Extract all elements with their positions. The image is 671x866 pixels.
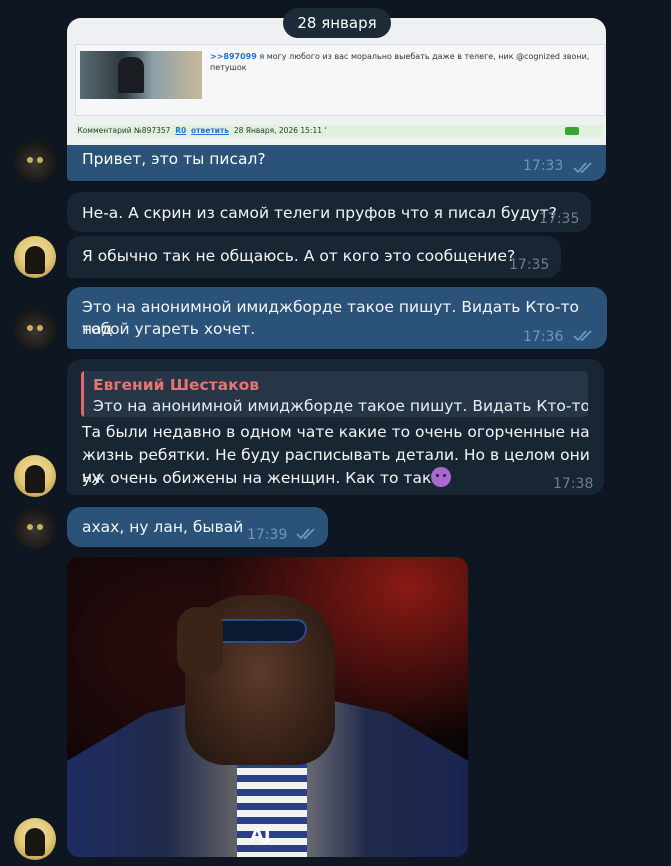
message-text: Я обычно так не общаюсь. А от кого это с…: [82, 247, 516, 265]
message-time: 17:35: [539, 211, 580, 227]
smiling-devil-icon: [431, 467, 452, 487]
post-body: я могу любого из вас морально выебать да…: [210, 52, 590, 72]
date-separator: 28 января: [283, 8, 391, 38]
avatar[interactable]: [14, 140, 56, 182]
gif-hand: [177, 607, 223, 677]
screenshot-message-bubble[interactable]: >>897099 я могу любого из вас морально в…: [67, 18, 606, 181]
comment-r0: R0: [175, 126, 187, 135]
message-text-line: уж очень обижены на женщин. Как то так: [82, 467, 452, 489]
double-check-icon: [296, 528, 315, 540]
post-thumbnail: [80, 51, 202, 99]
avatar[interactable]: [14, 308, 56, 350]
message-text-line: Та были недавно в одном чате какие то оч…: [82, 423, 590, 441]
comment-date: 28 Января, 2026 15:11 ': [233, 126, 327, 135]
message-time: 17:38: [553, 476, 594, 492]
message-time: 17:33: [523, 158, 564, 174]
imageboard-post: >>897099 я могу любого из вас морально в…: [75, 44, 605, 116]
message-text: Не-а. А скрин из самой телеги пруфов что…: [82, 204, 557, 222]
message-time: 17:36: [523, 329, 564, 345]
message-time: 17:35: [509, 257, 550, 273]
double-check-icon: [573, 330, 592, 342]
message-text-line-3: уж очень обижены на женщин. Как то так: [82, 469, 432, 487]
avatar[interactable]: [14, 818, 56, 860]
avatar[interactable]: [14, 455, 56, 497]
comment-bar: Комментарий №897357 R0 ответить 28 Январ…: [75, 125, 603, 137]
message-text-line: тобой угареть хочет.: [82, 320, 256, 338]
reply-author: Евгений Шестаков: [93, 376, 260, 394]
post-text: >>897099 я могу любого из вас морально в…: [210, 51, 600, 73]
reply-message-bubble[interactable]: Евгений Шестаков Это на анонимной имиджб…: [67, 359, 604, 495]
reply-quote[interactable]: Евгений Шестаков Это на анонимной имиджб…: [81, 371, 588, 417]
gif-watermark: AJ: [250, 825, 271, 846]
green-badge-icon: [565, 127, 579, 135]
gif-message[interactable]: AJ: [67, 557, 468, 857]
message-text: ахах, ну лан, бывай: [82, 518, 244, 536]
message-bubble[interactable]: ахах, ну лан, бывай 17:39: [67, 507, 328, 547]
message-text: Привет, это ты писал?: [82, 150, 266, 168]
message-bubble[interactable]: Это на анонимной имиджборде такое пишут.…: [67, 287, 607, 349]
double-check-icon: [573, 162, 592, 174]
post-reference-link: >>897099: [210, 52, 257, 61]
reply-quoted-text: Это на анонимной имиджборде такое пишут.…: [93, 397, 588, 415]
message-bubble[interactable]: Не-а. А скрин из самой телеги пруфов что…: [67, 192, 591, 232]
message-time: 17:39: [247, 527, 288, 543]
message-bubble[interactable]: Я обычно так не общаюсь. А от кого это с…: [67, 236, 561, 278]
comment-reply-link: ответить: [191, 126, 230, 135]
avatar[interactable]: [14, 236, 56, 278]
comment-number: Комментарий №897357: [77, 126, 171, 135]
avatar[interactable]: [14, 507, 56, 549]
